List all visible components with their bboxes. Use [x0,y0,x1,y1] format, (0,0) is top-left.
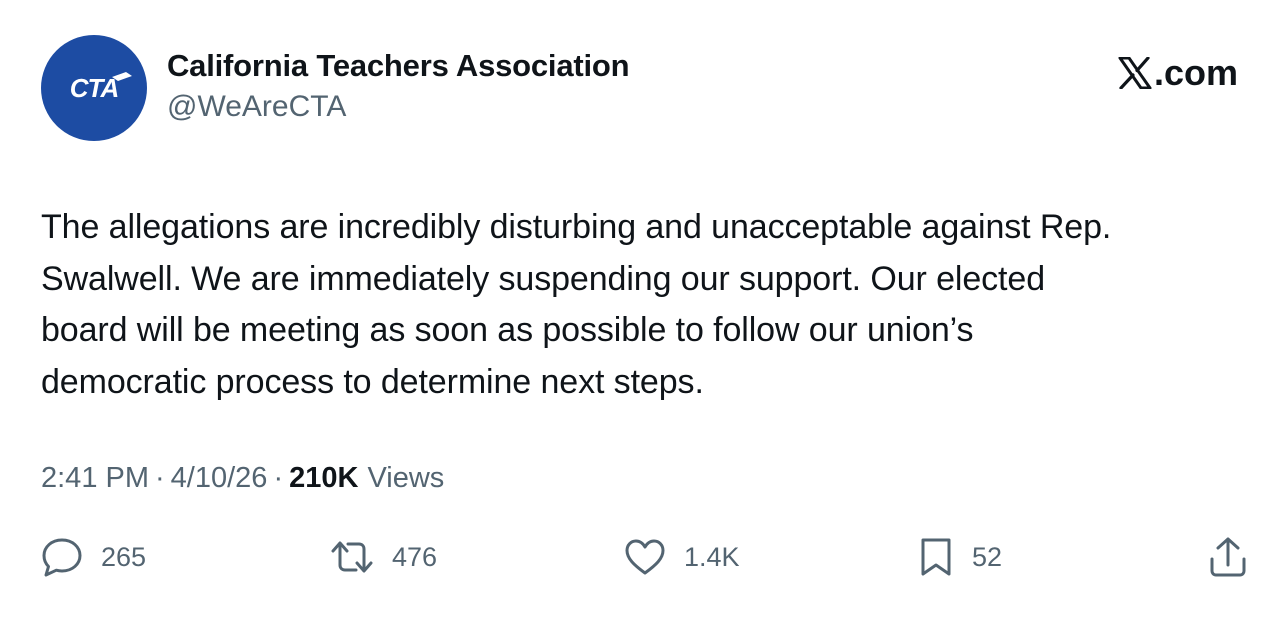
author-handle[interactable]: @WeAreCTA [167,90,346,124]
views-label: Views [367,462,445,494]
share-button[interactable] [1208,535,1248,579]
reply-count: 265 [101,541,147,572]
x-com-watermark: .com [1118,52,1238,94]
reply-button[interactable]: 265 [41,535,146,579]
tweet-text: The allegations are incredibly disturbin… [41,208,1112,401]
bookmark-button[interactable]: 52 [918,535,1002,579]
action-bar: 265 476 1.4K 52 [0,535,1270,579]
cta-logo-text: CTA [70,73,119,103]
cta-logo: CTA [70,72,132,103]
share-icon [1210,537,1246,577]
bookmark-icon [921,538,951,576]
x-logo-icon [1118,57,1152,89]
tweet-date[interactable]: 4/10/26 [171,462,268,495]
meta-separator: · [155,462,165,494]
repost-button[interactable]: 476 [330,535,437,579]
author-avatar[interactable]: CTA [41,35,147,141]
like-button[interactable]: 1.4K [624,535,740,579]
brand-suffix: .com [1153,52,1238,93]
author-name[interactable]: California Teachers Association [167,48,630,84]
heart-icon [625,539,665,575]
tweet-meta: 2:41 PM · 4/10/26 · 210K Views [41,462,444,495]
like-count: 1.4K [684,541,740,572]
bookmark-count: 52 [972,541,1003,572]
meta-separator: · [273,462,284,494]
tweet-card: CTA California Teachers Association @WeA… [0,0,1270,627]
repost-icon [331,541,373,573]
views-count: 210K [289,462,359,494]
reply-icon [42,538,82,577]
repost-count: 476 [392,541,438,572]
tweet-time[interactable]: 2:41 PM [41,462,149,495]
